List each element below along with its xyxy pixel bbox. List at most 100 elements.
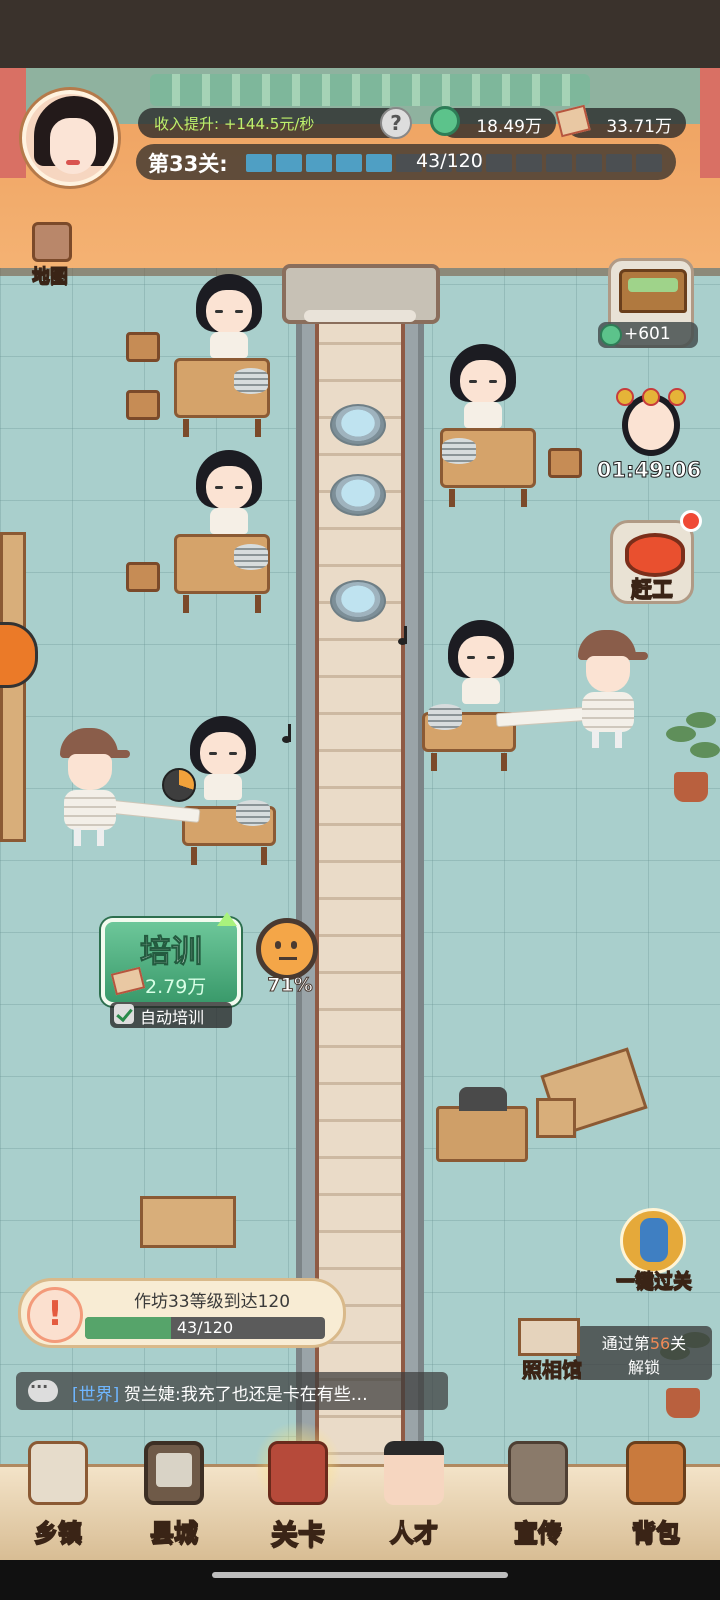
music-note-icon <box>282 724 300 743</box>
event-timer: 01:49:06 <box>596 458 702 483</box>
level-segment <box>486 154 512 172</box>
worker-girl[interactable] <box>186 716 260 800</box>
checkbox-icon <box>114 1004 134 1024</box>
nav-backpack[interactable]: 背包 <box>598 1441 714 1561</box>
quest-text: 作坊33等级到达120 <box>133 1292 291 1312</box>
chat-bubble-icon <box>28 1377 58 1402</box>
drum-icon <box>625 533 685 577</box>
nav-town[interactable]: 乡镇 <box>0 1441 116 1561</box>
plates-stack <box>428 704 462 730</box>
nav-label: 宣传 <box>513 1518 563 1548</box>
level-segment <box>276 154 302 172</box>
gesture-bar <box>0 1560 720 1600</box>
game-screen: 收入提升: +144.5元/秒 ? 18.49万 33.71万 第33关: 43… <box>0 0 720 1600</box>
gem-counter[interactable]: 18.49万 <box>430 106 556 138</box>
runner-icon <box>640 1218 668 1262</box>
chat-channel: [世界] <box>72 1385 120 1405</box>
chat-message: 贺兰婕:我充了也还是卡在有些… <box>124 1385 368 1405</box>
rush-button[interactable]: 赶工 <box>610 520 694 604</box>
auto-train-toggle[interactable]: 自动培训 <box>110 1002 232 1028</box>
plates-stack <box>234 368 268 394</box>
unlock-prefix: 通过第 <box>601 1334 650 1353</box>
curtain <box>700 68 720 178</box>
photo-studio-name: 照相馆 <box>522 1358 583 1383</box>
worker-boy[interactable] <box>56 728 130 848</box>
help-button[interactable]: ? <box>380 107 412 139</box>
auto-train-label: 自动培训 <box>140 1008 205 1027</box>
nav-label: 乡镇 <box>33 1518 83 1548</box>
gem-value: 18.49万 <box>476 117 542 137</box>
train-cost: 2.79万 <box>145 976 207 998</box>
nav-label: 关卡 <box>270 1519 326 1552</box>
curtain <box>0 68 26 178</box>
upgrade-arrow-icon <box>217 912 237 926</box>
unlock-tag: 通过第56关 解锁 <box>576 1326 712 1380</box>
level-segment <box>336 154 362 172</box>
rush-label: 赶工 <box>631 577 674 602</box>
train-title: 培训 <box>140 934 203 971</box>
sewing-machine[interactable] <box>436 1087 528 1162</box>
level-segment <box>576 154 602 172</box>
cash-icon <box>555 104 591 138</box>
potted-plant <box>660 712 720 802</box>
music-note-icon <box>398 626 416 645</box>
wooden-crate <box>140 1196 236 1248</box>
mood-percent: 71% <box>267 974 313 997</box>
plates-stack <box>234 544 268 570</box>
level-sewing-icon <box>268 1441 328 1505</box>
chest-reward-value: +601 <box>624 324 671 344</box>
washbasin <box>330 474 386 516</box>
nav-label: 县城 <box>149 1518 199 1548</box>
home-indicator <box>212 1572 508 1578</box>
nav-county[interactable]: 县城 <box>116 1441 232 1561</box>
studio-building-icon <box>518 1318 580 1356</box>
level-progress-bar: 第33关: 43/120 <box>136 144 676 180</box>
level-progress-text: 43/120 <box>416 150 483 172</box>
plates-stack <box>236 800 270 826</box>
stool <box>126 390 160 420</box>
backpack-icon <box>626 1441 686 1505</box>
skip-level-button[interactable]: 一键过关 <box>612 1208 696 1293</box>
player-avatar[interactable] <box>22 90 118 186</box>
chest-reward: +601 <box>598 322 698 348</box>
map-button[interactable]: 地图 <box>20 222 80 288</box>
level-segment <box>606 154 632 172</box>
stool <box>536 1098 576 1138</box>
worker-girl[interactable] <box>444 620 518 704</box>
work-progress-pie-icon <box>162 768 196 802</box>
map-label: 地图 <box>32 266 69 288</box>
status-bar <box>0 0 720 68</box>
gem-icon <box>430 106 460 136</box>
photo-studio-locked[interactable]: 通过第56关 解锁 照相馆 <box>512 1318 712 1383</box>
county-tv-icon <box>144 1441 204 1505</box>
town-icon <box>28 1441 88 1505</box>
quest-panel[interactable]: 作坊33等级到达120 43/120 <box>18 1278 346 1348</box>
stool <box>126 562 160 592</box>
income-boost-bar: 收入提升: +144.5元/秒 <box>138 108 406 138</box>
nav-promo[interactable]: 宣传 <box>480 1441 596 1561</box>
alert-icon <box>27 1287 83 1343</box>
chat-bar[interactable]: [世界] 贺兰婕:我充了也还是卡在有些… <box>16 1372 448 1410</box>
bottom-nav: 乡镇 县城 关卡 人才 宣传 背包 <box>0 1421 720 1560</box>
nav-level[interactable]: 关卡 <box>240 1421 356 1561</box>
nav-label: 背包 <box>631 1518 681 1548</box>
level-label: 第33关: <box>148 152 228 176</box>
map-icon <box>32 222 72 262</box>
plates-stack <box>442 438 476 464</box>
level-segment <box>306 154 332 172</box>
cash-value: 33.71万 <box>606 117 672 137</box>
worker-boy[interactable] <box>574 630 648 750</box>
skip-label: 一键过关 <box>615 1270 692 1293</box>
promo-camera-icon <box>508 1441 568 1505</box>
cash-counter[interactable]: 33.71万 <box>555 104 686 138</box>
mood-face-icon[interactable] <box>256 918 318 980</box>
nav-label: 人才 <box>389 1518 439 1548</box>
notification-dot <box>680 510 702 532</box>
worker-girl[interactable] <box>446 344 520 428</box>
nav-talent[interactable]: 人才 <box>356 1441 472 1561</box>
train-button[interactable]: 培训 2.79万 <box>101 912 241 1006</box>
quest-progress-text: 43/120 <box>176 1318 234 1337</box>
worker-girl[interactable] <box>192 274 266 358</box>
worker-girl[interactable] <box>192 450 266 534</box>
event-character-button[interactable] <box>608 388 694 468</box>
